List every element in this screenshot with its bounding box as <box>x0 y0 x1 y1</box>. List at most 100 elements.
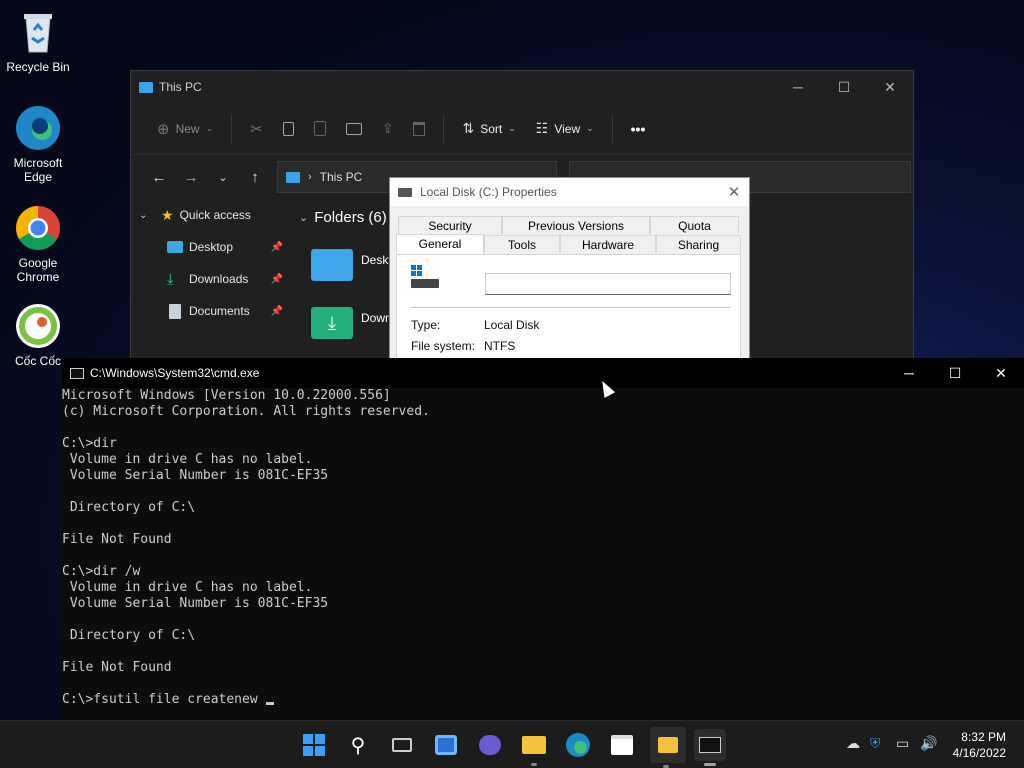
console-output[interactable]: Microsoft Windows [Version 10.0.22000.55… <box>62 388 1024 708</box>
pin-icon: 📌 <box>270 241 283 253</box>
sort-icon: ⇅ <box>462 120 475 136</box>
store-taskbar-button[interactable] <box>606 729 638 761</box>
start-button[interactable] <box>298 729 330 761</box>
breadcrumb-separator-icon: › <box>308 171 312 183</box>
scissors-icon: ✂ <box>250 120 263 138</box>
tab-previous-versions[interactable]: Previous Versions <box>502 216 650 234</box>
sort-button[interactable]: ⇅ Sort ⌄ <box>454 113 523 145</box>
teams-chat-icon <box>479 735 501 755</box>
divider <box>443 114 445 143</box>
chat-button[interactable] <box>474 729 506 761</box>
tab-general[interactable]: General <box>396 234 484 254</box>
edge-taskbar-button[interactable] <box>562 729 594 761</box>
paste-icon <box>313 121 326 136</box>
trash-icon <box>413 121 426 136</box>
folder-item-downloads[interactable]: ⤓ Down <box>311 307 392 339</box>
cmd-titlebar[interactable]: C:\Windows\System32\cmd.exe ─ ☐ ✕ <box>62 358 1024 388</box>
forward-button[interactable]: → <box>175 169 207 186</box>
desktop-icon-edge[interactable]: Microsoft Edge <box>0 104 76 184</box>
desktop-icon-label: Microsoft Edge <box>13 156 63 184</box>
share-button[interactable]: ⇪ <box>374 113 402 145</box>
divider <box>411 307 731 308</box>
console-line: (c) Microsoft Corporation. All rights re… <box>62 404 430 419</box>
tab-security[interactable]: Security <box>398 216 502 234</box>
pin-icon: 📌 <box>270 273 283 285</box>
coccoc-icon <box>14 302 62 350</box>
view-list-icon: ☷ <box>535 120 549 136</box>
up-button[interactable]: ↑ <box>239 169 271 186</box>
back-button[interactable]: ← <box>143 169 175 186</box>
nav-item-documents[interactable]: Documents 📌 <box>131 295 289 327</box>
delete-button[interactable] <box>405 113 433 145</box>
rename-icon <box>345 122 362 135</box>
cmd-window[interactable]: C:\Windows\System32\cmd.exe ─ ☐ ✕ Micros… <box>62 358 1024 720</box>
plus-circle-icon: ⊕ <box>157 120 170 138</box>
download-icon: ⤓ <box>167 270 174 288</box>
desktop-icon-recycle-bin[interactable]: Recycle Bin <box>0 8 76 74</box>
nav-item-downloads[interactable]: ⤓ Downloads 📌 <box>131 263 289 295</box>
tab-tools[interactable]: Tools <box>484 235 560 253</box>
paste-button[interactable] <box>306 113 334 145</box>
this-pc-icon <box>139 81 153 93</box>
folder-item-desktop[interactable]: Deskt <box>311 249 392 281</box>
desktop-icon-chrome[interactable]: Google Chrome <box>0 204 76 284</box>
tab-quota[interactable]: Quota <box>650 216 739 234</box>
cmd-icon <box>70 367 84 379</box>
recycle-bin-icon <box>14 8 62 56</box>
rename-button[interactable] <box>338 113 370 145</box>
close-button[interactable]: ✕ <box>867 79 913 96</box>
view-button[interactable]: ☷ View ⌄ <box>528 113 602 145</box>
close-button[interactable]: ✕ <box>719 183 749 201</box>
console-line: C:\>dir /w <box>62 564 141 579</box>
console-line: C:\>dir <box>62 436 117 451</box>
tab-hardware[interactable]: Hardware <box>560 235 656 253</box>
network-icon[interactable]: ☁ <box>846 735 860 752</box>
cmd-taskbar-button[interactable] <box>694 729 726 766</box>
console-line: Volume Serial Number is 081C-EF35 <box>62 596 329 611</box>
close-button[interactable]: ✕ <box>978 365 1024 382</box>
properties-title: Local Disk (C:) Properties <box>420 185 557 199</box>
widgets-icon <box>435 735 457 755</box>
nav-item-quick-access[interactable]: ⌄ ★ Quick access <box>131 199 289 231</box>
volume-label-input[interactable] <box>485 273 731 295</box>
view-button-label: View <box>554 121 581 136</box>
cut-button[interactable]: ✂ <box>242 113 271 145</box>
explorer-titlebar[interactable]: This PC ─ ☐ ✕ <box>131 71 913 103</box>
folder-icon <box>311 249 353 281</box>
tab-sharing[interactable]: Sharing <box>656 235 741 253</box>
recent-locations-button[interactable]: ⌄ <box>207 171 239 184</box>
nav-item-label: Documents <box>189 304 250 318</box>
properties-titlebar[interactable]: Local Disk (C:) Properties ✕ <box>390 178 749 206</box>
taskbar: ⚲ ☁ ⛨ ▭ 🔊 8:32 PM 4/16/2022 <box>0 720 1024 768</box>
maximize-button[interactable]: ☐ <box>932 365 978 382</box>
folders-group-title: Folders (6) <box>314 208 387 226</box>
download-folder-icon: ⤓ <box>311 307 353 339</box>
minimize-button[interactable]: ─ <box>775 79 821 96</box>
maximize-button[interactable]: ☐ <box>821 79 867 96</box>
drive-icon <box>398 187 412 197</box>
new-button[interactable]: ⊕ New ⌄ <box>149 113 221 145</box>
file-explorer-pinned-button[interactable] <box>650 727 686 768</box>
security-shield-icon[interactable]: ⛨ <box>870 735 881 752</box>
task-view-button[interactable] <box>386 729 418 761</box>
system-clock[interactable]: 8:32 PM 4/16/2022 <box>953 729 1006 761</box>
volume-icon[interactable]: 🔊 <box>920 735 937 752</box>
minimize-button[interactable]: ─ <box>886 365 932 382</box>
file-explorer-taskbar-button[interactable] <box>518 729 550 766</box>
cmd-icon <box>699 737 721 753</box>
properties-dialog[interactable]: Local Disk (C:) Properties ✕ Security Pr… <box>389 177 750 374</box>
windows-drive-icon <box>411 265 441 289</box>
console-line: Directory of C:\ <box>62 500 196 515</box>
widgets-button[interactable] <box>430 729 462 761</box>
display-icon[interactable]: ▭ <box>896 735 909 752</box>
copy-button[interactable] <box>275 113 302 145</box>
nav-item-desktop[interactable]: Desktop 📌 <box>131 231 289 263</box>
folder-icon <box>522 736 546 754</box>
document-icon <box>169 303 181 319</box>
breadcrumb: This PC <box>319 170 363 184</box>
more-options-button[interactable]: ••• <box>623 113 654 145</box>
console-line: Volume Serial Number is 081C-EF35 <box>62 468 329 483</box>
search-button[interactable]: ⚲ <box>342 729 374 761</box>
